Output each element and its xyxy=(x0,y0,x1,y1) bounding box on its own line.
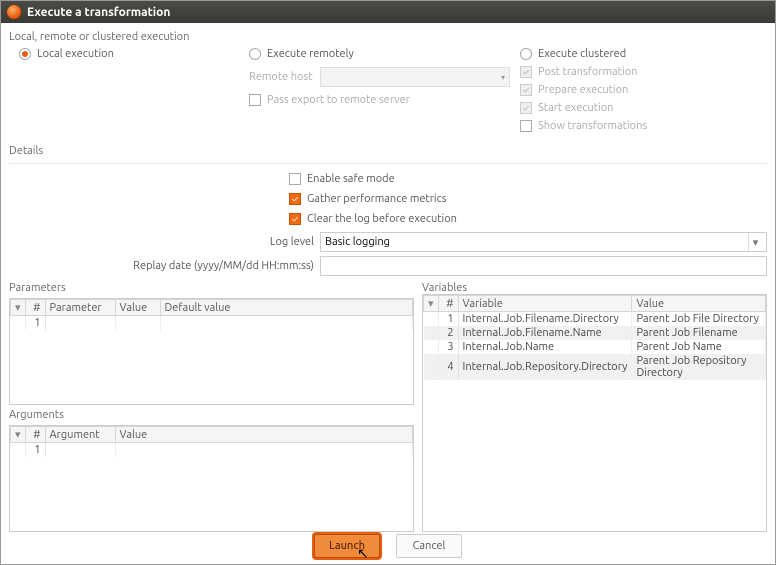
log-level-select[interactable]: Basic logging ▾ xyxy=(320,232,767,252)
column-header[interactable]: Default value xyxy=(160,300,412,316)
table-cell[interactable] xyxy=(160,316,412,331)
launch-button[interactable]: Launch ↖ xyxy=(314,534,380,558)
replay-date-input[interactable] xyxy=(320,256,767,276)
start-execution-checkbox: Start execution xyxy=(520,99,767,117)
chevron-down-icon: ▾ xyxy=(748,233,762,251)
dialog-footer: Launch ↖ Cancel xyxy=(1,534,775,558)
app-badge-icon xyxy=(7,5,21,19)
column-header[interactable]: Variable xyxy=(458,296,632,312)
execution-group-label: Local, remote or clustered execution xyxy=(9,31,767,43)
clear-log-checkbox[interactable]: Clear the log before execution xyxy=(289,210,767,228)
gather-metrics-label: Gather performance metrics xyxy=(307,193,447,205)
column-menu-icon[interactable]: ▾ xyxy=(11,427,26,443)
details-group-label: Details xyxy=(9,145,767,157)
checkbox-icon xyxy=(289,193,301,205)
arguments-label: Arguments xyxy=(9,409,414,421)
table-cell[interactable]: Internal.Job.Repository.Directory xyxy=(458,354,632,380)
remote-host-dropdown: ▾ xyxy=(320,67,510,87)
clear-log-label: Clear the log before execution xyxy=(307,213,457,225)
divider xyxy=(9,163,767,164)
table-row[interactable]: 2Internal.Job.Filename.NameParent Job Fi… xyxy=(424,326,766,340)
execute-remotely-label: Execute remotely xyxy=(267,48,354,60)
radio-icon xyxy=(19,48,31,60)
column-header[interactable]: # xyxy=(25,427,45,443)
local-execution-radio[interactable]: Local execution xyxy=(19,45,239,63)
table-cell[interactable]: 1 xyxy=(25,443,45,458)
column-header[interactable]: Value xyxy=(115,300,160,316)
table-cell[interactable]: 1 xyxy=(438,312,458,327)
column-menu-icon[interactable]: ▾ xyxy=(11,300,26,316)
checkbox-icon xyxy=(520,84,532,96)
prepare-execution-checkbox: Prepare execution xyxy=(520,81,767,99)
remote-host-label: Remote host xyxy=(249,71,314,83)
table-row[interactable]: 3Internal.Job.NameParent Job Name xyxy=(424,340,766,354)
table-cell[interactable]: 3 xyxy=(438,340,458,354)
table-row[interactable]: 1Internal.Job.Filename.DirectoryParent J… xyxy=(424,312,766,327)
safe-mode-label: Enable safe mode xyxy=(307,173,395,185)
replay-date-label: Replay date (yyyy/MM/dd HH:mm:ss) xyxy=(19,260,314,272)
column-header[interactable]: Parameter xyxy=(45,300,115,316)
column-menu-icon[interactable]: ▾ xyxy=(424,296,439,312)
table-cell[interactable]: Parent Job File Directory xyxy=(632,312,766,327)
start-execution-label: Start execution xyxy=(538,102,613,114)
local-execution-label: Local execution xyxy=(37,48,114,60)
column-header[interactable]: Value xyxy=(115,427,412,443)
checkbox-icon xyxy=(520,66,532,78)
table-cell[interactable]: Internal.Job.Name xyxy=(458,340,632,354)
radio-icon xyxy=(520,48,532,60)
table-cell[interactable]: Parent Job Filename xyxy=(632,326,766,340)
column-header[interactable]: # xyxy=(438,296,458,312)
checkbox-icon xyxy=(289,213,301,225)
table-cell[interactable] xyxy=(45,316,115,331)
table-cell[interactable] xyxy=(115,443,412,458)
show-transformations-label: Show transformations xyxy=(538,120,647,132)
chevron-down-icon: ▾ xyxy=(501,73,505,82)
log-level-value: Basic logging xyxy=(325,236,390,248)
table-cell[interactable] xyxy=(45,443,115,458)
column-header[interactable]: Argument xyxy=(45,427,115,443)
checkbox-icon xyxy=(520,120,532,132)
cancel-button[interactable]: Cancel xyxy=(396,534,462,558)
checkbox-icon xyxy=(249,94,261,106)
log-level-label: Log level xyxy=(19,236,314,248)
table-cell[interactable]: 4 xyxy=(438,354,458,380)
radio-icon xyxy=(249,48,261,60)
cancel-button-label: Cancel xyxy=(413,540,446,552)
pass-export-label: Pass export to remote server xyxy=(267,94,410,106)
table-cell[interactable]: 1 xyxy=(25,316,45,331)
show-transformations-checkbox: Show transformations xyxy=(520,117,767,135)
execute-remotely-radio[interactable]: Execute remotely xyxy=(249,45,510,63)
table-cell[interactable]: Parent Job Repository Directory xyxy=(632,354,766,380)
launch-button-label: Launch xyxy=(329,540,365,552)
prepare-execution-label: Prepare execution xyxy=(538,84,628,96)
execute-clustered-label: Execute clustered xyxy=(538,48,626,60)
parameters-table[interactable]: ▾#ParameterValueDefault value 1 xyxy=(9,298,414,405)
variables-label: Variables xyxy=(422,282,767,294)
pass-export-checkbox: Pass export to remote server xyxy=(249,91,510,109)
table-row[interactable]: 4Internal.Job.Repository.DirectoryParent… xyxy=(424,354,766,380)
checkbox-icon xyxy=(520,102,532,114)
table-cell[interactable]: Internal.Job.Filename.Directory xyxy=(458,312,632,327)
post-transformation-checkbox: Post transformation xyxy=(520,63,767,81)
table-cell[interactable] xyxy=(115,316,160,331)
table-cell[interactable]: Internal.Job.Filename.Name xyxy=(458,326,632,340)
table-row[interactable]: 1 xyxy=(11,316,413,331)
table-row[interactable]: 1 xyxy=(11,443,413,458)
table-cell[interactable]: 2 xyxy=(438,326,458,340)
variables-table[interactable]: ▾#VariableValue1Internal.Job.Filename.Di… xyxy=(422,294,767,532)
checkbox-icon xyxy=(289,173,301,185)
window-title: Execute a transformation xyxy=(27,6,170,19)
table-cell[interactable]: Parent Job Name xyxy=(632,340,766,354)
enable-safe-mode-checkbox[interactable]: Enable safe mode xyxy=(289,170,767,188)
arguments-table[interactable]: ▾#ArgumentValue 1 xyxy=(9,425,414,532)
gather-metrics-checkbox[interactable]: Gather performance metrics xyxy=(289,190,767,208)
column-header[interactable]: # xyxy=(25,300,45,316)
column-header[interactable]: Value xyxy=(632,296,766,312)
window-titlebar: Execute a transformation xyxy=(1,1,775,23)
parameters-label: Parameters xyxy=(9,282,414,294)
post-transformation-label: Post transformation xyxy=(538,66,637,78)
execute-clustered-radio[interactable]: Execute clustered xyxy=(520,45,767,63)
